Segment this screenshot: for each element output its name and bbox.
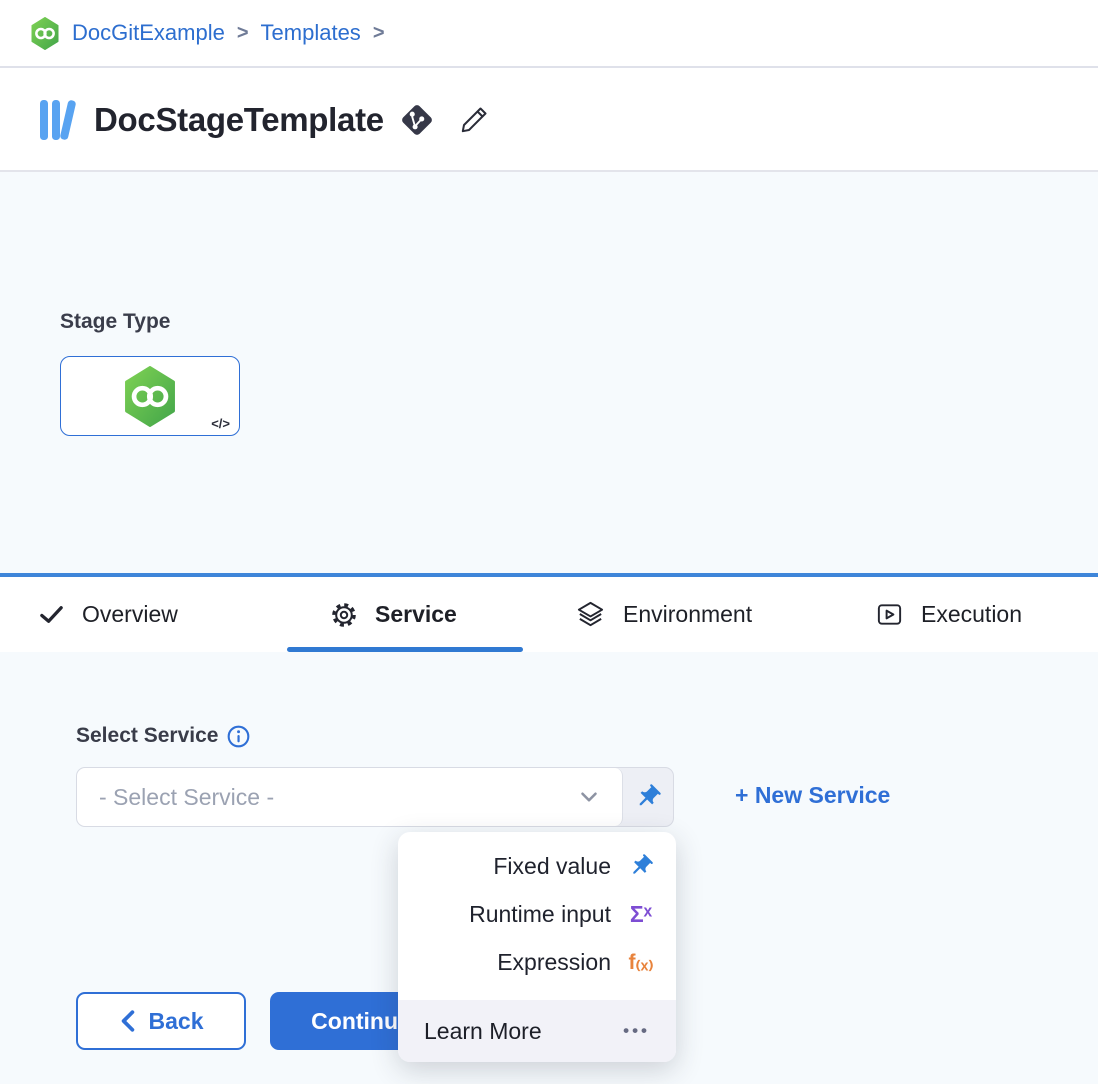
code-glyph: </>: [211, 416, 230, 431]
title-bar: DocStageTemplate: [0, 70, 1098, 172]
select-service-label: Select Service: [76, 724, 218, 748]
pin-icon: [634, 783, 662, 811]
edit-pencil-icon[interactable]: [456, 102, 492, 138]
input-type-menu: Fixed value Runtime input Σˣ Expression …: [398, 832, 676, 1062]
stage-type-card[interactable]: </>: [60, 356, 240, 436]
continue-button-label: Continue: [311, 1008, 411, 1035]
tab-label: Service: [375, 601, 457, 628]
learn-more-row[interactable]: Learn More •••: [398, 1000, 676, 1062]
check-icon: [38, 601, 65, 628]
tab-overview[interactable]: Overview: [38, 577, 178, 652]
input-type-menu-items: Fixed value Runtime input Σˣ Expression …: [398, 832, 676, 986]
pin-icon: [624, 853, 658, 879]
stage-type-section: Stage Type </>: [0, 172, 1098, 573]
tab-environment[interactable]: Environment: [575, 577, 752, 652]
template-studio-page: DocGitExample > Templates > DocStageTemp…: [0, 0, 1098, 1084]
info-icon[interactable]: [227, 725, 250, 748]
select-service-label-row: Select Service: [76, 724, 250, 748]
tab-execution[interactable]: Execution: [875, 577, 1022, 652]
menu-item-label: Runtime input: [469, 901, 611, 928]
menu-item-runtime-input[interactable]: Runtime input Σˣ: [398, 890, 676, 938]
breadcrumb-separator: >: [237, 22, 249, 45]
harness-deploy-icon: [122, 366, 178, 427]
input-type-selector-button[interactable]: [623, 768, 673, 826]
page-title: DocStageTemplate: [94, 101, 384, 139]
back-button-label: Back: [149, 1008, 204, 1035]
tab-label: Environment: [623, 601, 752, 628]
fx-icon: f₍ₓ₎: [624, 950, 658, 975]
harness-module-icon: [30, 17, 60, 50]
menu-item-label: Fixed value: [493, 853, 611, 880]
stage-type-label: Stage Type: [60, 310, 170, 334]
layers-icon: [575, 599, 606, 630]
tab-label: Execution: [921, 601, 1022, 628]
menu-item-fixed-value[interactable]: Fixed value: [398, 842, 676, 890]
git-icon: [398, 101, 436, 139]
learn-more-label: Learn More: [424, 1018, 542, 1045]
breadcrumb-templates-link[interactable]: Templates: [261, 20, 361, 46]
chevron-left-icon: [119, 1010, 137, 1032]
breadcrumb-project-link[interactable]: DocGitExample: [72, 20, 225, 46]
library-icon: [38, 97, 78, 143]
breadcrumb: DocGitExample > Templates >: [0, 0, 1098, 68]
tab-service[interactable]: Service: [330, 577, 457, 652]
service-select-group: - Select Service -: [76, 767, 674, 827]
play-icon: [875, 600, 904, 629]
new-service-button[interactable]: + New Service: [735, 782, 890, 809]
menu-item-expression[interactable]: Expression f₍ₓ₎: [398, 938, 676, 986]
menu-item-label: Expression: [497, 949, 611, 976]
stage-tabs: Overview Service Environment: [0, 577, 1098, 652]
service-select[interactable]: - Select Service -: [77, 768, 623, 826]
gear-icon: [330, 601, 358, 629]
back-button[interactable]: Back: [76, 992, 246, 1050]
chevron-down-icon: [576, 784, 602, 810]
breadcrumb-separator: >: [373, 22, 385, 45]
tab-label: Overview: [82, 601, 178, 628]
ellipsis-icon: •••: [623, 1021, 650, 1041]
service-select-placeholder: - Select Service -: [99, 784, 274, 811]
sigma-icon: Σˣ: [624, 901, 658, 928]
